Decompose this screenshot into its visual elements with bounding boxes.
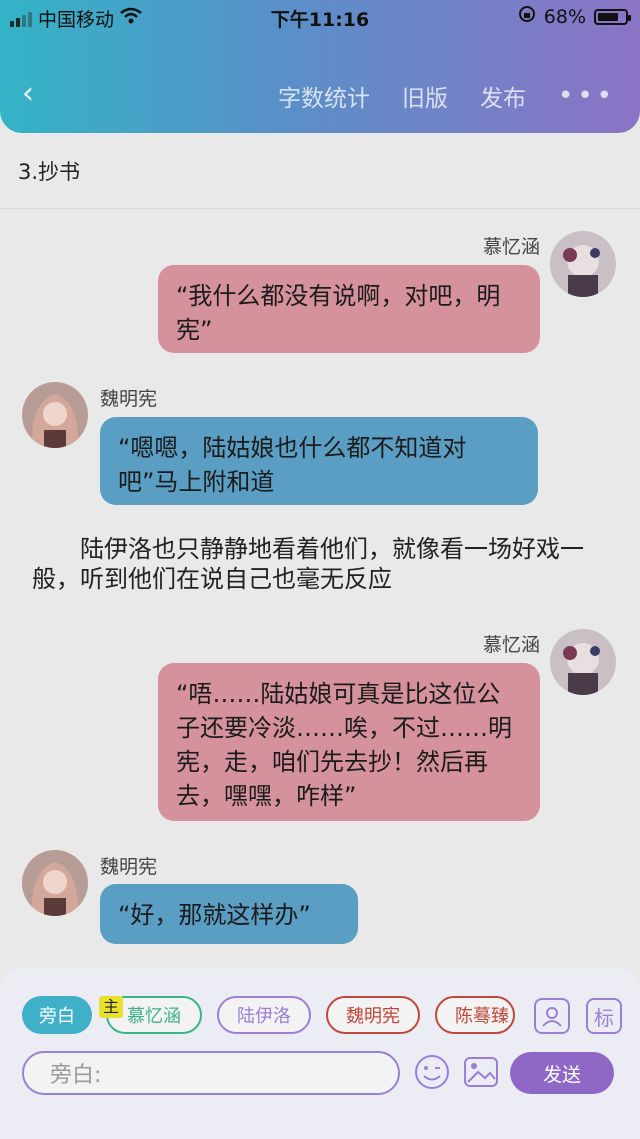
- back-button[interactable]: ‹: [22, 76, 34, 111]
- speaker-name: 魏明宪: [100, 388, 158, 410]
- avatar[interactable]: [550, 231, 616, 297]
- speaker-name: 魏明宪: [100, 856, 158, 878]
- header: 中国移动 下午11:16 68% ‹ 字数统计 旧版 发布 •••: [0, 0, 640, 133]
- speaker-name: 慕忆涵: [482, 634, 540, 656]
- role-chip-lu-yiluo[interactable]: 陆伊洛: [217, 996, 311, 1034]
- main-role-badge: 主: [99, 996, 124, 1018]
- orientation-lock-icon: [518, 5, 536, 28]
- message-input[interactable]: 旁白:: [22, 1051, 400, 1095]
- old-version-button[interactable]: 旧版: [402, 79, 448, 113]
- divider: [0, 208, 640, 209]
- narration-text[interactable]: 陆伊洛也只静静地看着他们，就像看一场好戏一般，听到他们在说自己也毫无反应: [32, 534, 598, 594]
- publish-button[interactable]: 发布: [480, 79, 526, 113]
- avatar[interactable]: [22, 382, 88, 448]
- status-right: 68%: [518, 5, 631, 28]
- nav-bar: ‹ 字数统计 旧版 发布 •••: [0, 76, 640, 116]
- role-chip-narrator[interactable]: 旁白: [22, 996, 92, 1034]
- status-bar: 中国移动 下午11:16 68%: [0, 0, 640, 36]
- battery-percent: 68%: [543, 5, 586, 28]
- nav-actions: 字数统计 旧版 发布 •••: [278, 79, 616, 113]
- contacts-icon[interactable]: [534, 998, 570, 1034]
- battery-icon: [594, 8, 631, 25]
- more-icon[interactable]: •••: [558, 81, 616, 111]
- speaker-name: 慕忆涵: [482, 236, 540, 258]
- message-bubble[interactable]: “嗯嗯，陆姑娘也什么都不知道对吧”马上附和道: [100, 417, 538, 505]
- chapter-title: 3.抄书: [18, 160, 81, 184]
- image-icon[interactable]: [462, 1053, 500, 1091]
- message-bubble[interactable]: “好，那就这样办”: [100, 884, 358, 944]
- message-bubble[interactable]: “唔……陆姑娘可真是比这位公子还要冷淡……唉，不过……明宪，走，咱们先去抄！然后…: [158, 663, 540, 821]
- role-chip-chen-mozhen[interactable]: 陈蓦臻: [435, 996, 515, 1034]
- avatar[interactable]: [550, 629, 616, 695]
- tag-button[interactable]: 标: [586, 998, 622, 1034]
- emoji-icon[interactable]: [413, 1053, 451, 1091]
- role-chip-wei-mingxian[interactable]: 魏明宪: [326, 996, 420, 1034]
- send-button[interactable]: 发送: [510, 1052, 614, 1094]
- avatar[interactable]: [22, 850, 88, 916]
- word-count-button[interactable]: 字数统计: [278, 79, 370, 113]
- message-bubble[interactable]: “我什么都没有说啊，对吧，明宪”: [158, 265, 540, 353]
